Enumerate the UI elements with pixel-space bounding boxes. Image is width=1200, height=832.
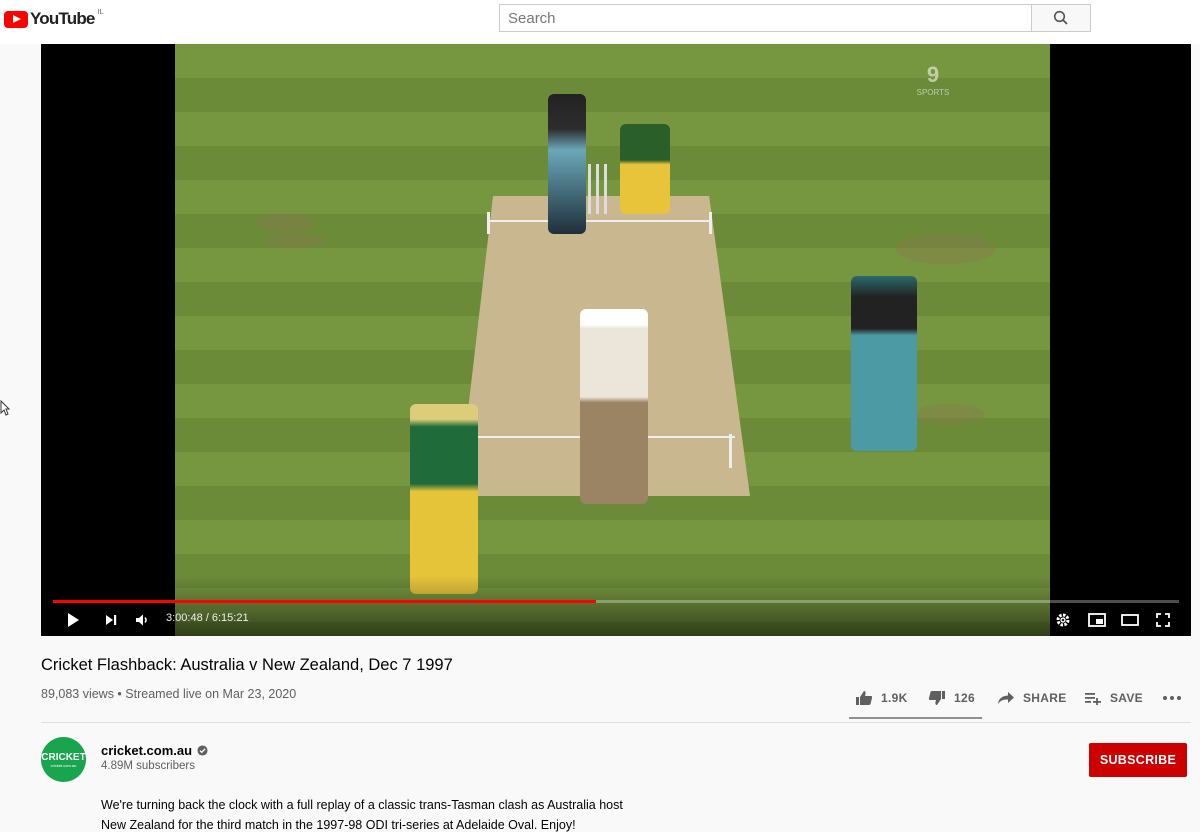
- worn-patch: [895, 234, 995, 264]
- skip-next-icon: [106, 615, 117, 625]
- fullscreen-button[interactable]: [1153, 610, 1173, 630]
- search-icon: [1053, 10, 1068, 25]
- controls-gradient: [41, 576, 1191, 636]
- play-icon: [68, 613, 79, 627]
- avatar-text: CRICKET: [41, 751, 86, 763]
- volume-icon: [136, 614, 147, 626]
- video-meta: 89,083 views • Streamed live on Mar 23, …: [41, 687, 297, 701]
- batsman: [548, 94, 586, 234]
- thumbs-down-icon: [928, 691, 945, 705]
- description-line: New Zealand for the third match in the 1…: [101, 817, 576, 832]
- stumps: [588, 164, 608, 214]
- dislike-button[interactable]: 126: [928, 689, 975, 707]
- umpire: [580, 309, 648, 504]
- search-box[interactable]: [499, 4, 1032, 32]
- logo-text: YouTube: [30, 9, 95, 28]
- avatar-subtext: cricket.com.au: [50, 762, 77, 768]
- crease-marker: [487, 212, 490, 234]
- worn-patch: [255, 214, 315, 232]
- gear-icon: [1056, 613, 1070, 627]
- broadcaster-logo: 9 SPORTS: [903, 62, 963, 112]
- next-button[interactable]: [101, 610, 121, 630]
- broadcaster-logo-text: 9: [926, 62, 940, 87]
- youtube-play-icon: [4, 10, 28, 28]
- settings-button[interactable]: [1053, 610, 1073, 630]
- theater-mode-icon: [1121, 614, 1139, 626]
- search-button[interactable]: [1031, 4, 1091, 32]
- sentiment-likes: [849, 717, 974, 719]
- search-input[interactable]: [508, 9, 1023, 27]
- theater-mode-button[interactable]: [1119, 610, 1141, 630]
- save-label: SAVE: [1110, 691, 1143, 705]
- dislike-count: 126: [954, 691, 975, 705]
- more-actions-button[interactable]: [1162, 689, 1182, 707]
- more-horizontal-icon: [1163, 696, 1181, 700]
- worn-patch: [265, 234, 325, 248]
- miniplayer-button[interactable]: [1086, 610, 1108, 630]
- broadcaster-logo-sub: SPORTS: [916, 88, 950, 97]
- miniplayer-icon: [1088, 613, 1106, 627]
- logo-country-code: IL: [97, 8, 104, 16]
- share-icon: [998, 692, 1014, 704]
- time-display: 3:00:48 / 6:15:21: [166, 612, 249, 624]
- sentiment-bar: [849, 717, 982, 719]
- subscribe-button[interactable]: SUBSCRIBE: [1089, 743, 1187, 777]
- like-button[interactable]: 1.9K: [855, 689, 908, 707]
- wicketkeeper: [620, 124, 670, 214]
- video-player[interactable]: 9 SPORTS 3:00:48 / 6:15:21: [41, 44, 1191, 636]
- crease-line: [487, 220, 711, 222]
- crease-marker: [729, 434, 732, 468]
- playlist-add-icon: [1085, 693, 1101, 705]
- save-button[interactable]: SAVE: [1084, 689, 1143, 707]
- share-label: SHARE: [1023, 691, 1067, 705]
- like-count: 1.9K: [881, 691, 908, 705]
- verified-icon: [197, 745, 208, 756]
- share-button[interactable]: SHARE: [997, 689, 1067, 707]
- divider: [41, 722, 1191, 723]
- fielder-23: [410, 404, 478, 594]
- mute-button[interactable]: [133, 610, 153, 630]
- video-title: Cricket Flashback: Australia v New Zeala…: [41, 656, 453, 674]
- play-button[interactable]: [63, 610, 83, 630]
- thumbs-up-icon: [856, 691, 873, 705]
- masthead: YouTube IL: [0, 0, 1200, 44]
- subscriber-count: 4.89M subscribers: [101, 760, 195, 772]
- non-striker: [851, 276, 917, 451]
- channel-name: cricket.com.au: [101, 743, 193, 758]
- channel-name-link[interactable]: cricket.com.au: [101, 743, 208, 758]
- crease-marker: [709, 212, 712, 234]
- worn-patch: [915, 404, 985, 424]
- progress-played: [53, 600, 596, 603]
- video-frame[interactable]: 9 SPORTS: [175, 44, 1050, 636]
- video-description: We're turning back the clock with a full…: [101, 796, 721, 832]
- fullscreen-icon: [1156, 613, 1170, 627]
- channel-avatar[interactable]: CRICKET cricket.com.au: [41, 737, 86, 782]
- youtube-logo[interactable]: YouTube IL: [4, 9, 103, 29]
- description-line: We're turning back the clock with a full…: [101, 798, 623, 812]
- progress-bar[interactable]: [53, 600, 1179, 603]
- mouse-cursor-icon: [0, 400, 10, 416]
